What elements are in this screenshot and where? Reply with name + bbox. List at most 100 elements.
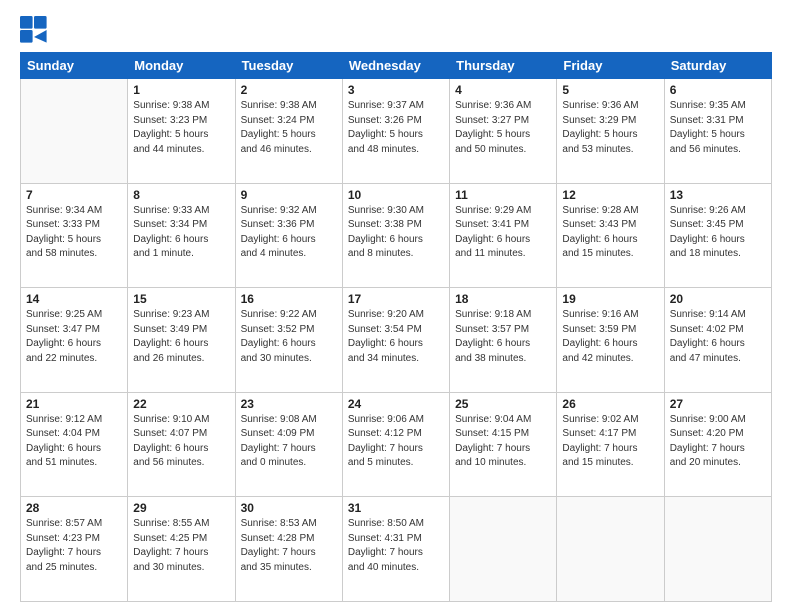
weekday-header-saturday: Saturday bbox=[664, 53, 771, 79]
day-number: 10 bbox=[348, 188, 444, 202]
calendar-cell: 17 Sunrise: 9:20 AM Sunset: 3:54 PM Dayli… bbox=[342, 288, 449, 393]
calendar-cell: 31 Sunrise: 8:50 AM Sunset: 4:31 PM Dayli… bbox=[342, 497, 449, 602]
day-number: 16 bbox=[241, 292, 337, 306]
day-info: Sunrise: 9:35 AM Sunset: 3:31 PM Dayligh… bbox=[670, 99, 766, 157]
day-number: 4 bbox=[455, 83, 551, 97]
calendar-cell bbox=[21, 79, 128, 184]
day-number: 8 bbox=[133, 188, 229, 202]
day-number: 5 bbox=[562, 83, 658, 97]
calendar-cell: 15 Sunrise: 9:23 AM Sunset: 3:49 PM Dayli… bbox=[128, 288, 235, 393]
calendar-cell: 4 Sunrise: 9:36 AM Sunset: 3:27 PM Daylig… bbox=[450, 79, 557, 184]
calendar-cell: 25 Sunrise: 9:04 AM Sunset: 4:15 PM Dayli… bbox=[450, 392, 557, 497]
day-info: Sunrise: 9:10 AM Sunset: 4:07 PM Dayligh… bbox=[133, 413, 229, 471]
calendar-cell: 11Sunrise: 9:29 AM Sunset: 3:41 PM Dayli… bbox=[450, 183, 557, 288]
day-number: 9 bbox=[241, 188, 337, 202]
calendar-cell: 16 Sunrise: 9:22 AM Sunset: 3:52 PM Dayli… bbox=[235, 288, 342, 393]
week-row-3: 21 Sunrise: 9:12 AM Sunset: 4:04 PM Dayli… bbox=[21, 392, 772, 497]
day-info: Sunrise: 9:36 AM Sunset: 3:27 PM Dayligh… bbox=[455, 99, 551, 157]
weekday-header-wednesday: Wednesday bbox=[342, 53, 449, 79]
page: SundayMondayTuesdayWednesdayThursdayFrid… bbox=[0, 0, 792, 612]
day-info: Sunrise: 9:06 AM Sunset: 4:12 PM Dayligh… bbox=[348, 413, 444, 471]
day-number: 7 bbox=[26, 188, 122, 202]
day-number: 18 bbox=[455, 292, 551, 306]
day-number: 24 bbox=[348, 397, 444, 411]
week-row-1: 7 Sunrise: 9:34 AM Sunset: 3:33 PM Daylig… bbox=[21, 183, 772, 288]
calendar-cell: 6 Sunrise: 9:35 AM Sunset: 3:31 PM Daylig… bbox=[664, 79, 771, 184]
day-info: Sunrise: 9:16 AM Sunset: 3:59 PM Dayligh… bbox=[562, 308, 658, 366]
calendar-cell: 1 Sunrise: 9:38 AM Sunset: 3:23 PM Daylig… bbox=[128, 79, 235, 184]
calendar-cell: 23Sunrise: 9:08 AM Sunset: 4:09 PM Dayli… bbox=[235, 392, 342, 497]
day-info: Sunrise: 9:26 AM Sunset: 3:45 PM Dayligh… bbox=[670, 204, 766, 262]
day-info: Sunrise: 9:30 AM Sunset: 3:38 PM Dayligh… bbox=[348, 204, 444, 262]
day-info: Sunrise: 9:20 AM Sunset: 3:54 PM Dayligh… bbox=[348, 308, 444, 366]
calendar-cell: 8 Sunrise: 9:33 AM Sunset: 3:34 PM Daylig… bbox=[128, 183, 235, 288]
day-info: Sunrise: 9:38 AM Sunset: 3:24 PM Dayligh… bbox=[241, 99, 337, 157]
calendar-cell: 29Sunrise: 8:55 AM Sunset: 4:25 PM Dayli… bbox=[128, 497, 235, 602]
day-number: 17 bbox=[348, 292, 444, 306]
day-number: 12 bbox=[562, 188, 658, 202]
calendar-cell: 13 Sunrise: 9:26 AM Sunset: 3:45 PM Dayli… bbox=[664, 183, 771, 288]
day-info: Sunrise: 9:22 AM Sunset: 3:52 PM Dayligh… bbox=[241, 308, 337, 366]
weekday-header-sunday: Sunday bbox=[21, 53, 128, 79]
day-info: Sunrise: 9:34 AM Sunset: 3:33 PM Dayligh… bbox=[26, 204, 122, 262]
day-number: 1 bbox=[133, 83, 229, 97]
day-info: Sunrise: 8:55 AM Sunset: 4:25 PM Dayligh… bbox=[133, 517, 229, 575]
weekday-header-thursday: Thursday bbox=[450, 53, 557, 79]
day-number: 11 bbox=[455, 188, 551, 202]
calendar-cell: 27Sunrise: 9:00 AM Sunset: 4:20 PM Dayli… bbox=[664, 392, 771, 497]
day-info: Sunrise: 9:33 AM Sunset: 3:34 PM Dayligh… bbox=[133, 204, 229, 262]
day-number: 30 bbox=[241, 501, 337, 515]
calendar-cell bbox=[664, 497, 771, 602]
general-blue-icon bbox=[20, 16, 48, 44]
day-info: Sunrise: 9:02 AM Sunset: 4:17 PM Dayligh… bbox=[562, 413, 658, 471]
day-number: 19 bbox=[562, 292, 658, 306]
day-number: 6 bbox=[670, 83, 766, 97]
day-number: 14 bbox=[26, 292, 122, 306]
week-row-0: 1 Sunrise: 9:38 AM Sunset: 3:23 PM Daylig… bbox=[21, 79, 772, 184]
calendar-cell: 9 Sunrise: 9:32 AM Sunset: 3:36 PM Daylig… bbox=[235, 183, 342, 288]
day-info: Sunrise: 9:25 AM Sunset: 3:47 PM Dayligh… bbox=[26, 308, 122, 366]
calendar-cell: 20 Sunrise: 9:14 AM Sunset: 4:02 PM Dayli… bbox=[664, 288, 771, 393]
calendar-cell: 10 Sunrise: 9:30 AM Sunset: 3:38 PM Dayli… bbox=[342, 183, 449, 288]
day-number: 20 bbox=[670, 292, 766, 306]
day-info: Sunrise: 9:37 AM Sunset: 3:26 PM Dayligh… bbox=[348, 99, 444, 157]
day-number: 22 bbox=[133, 397, 229, 411]
day-info: Sunrise: 9:23 AM Sunset: 3:49 PM Dayligh… bbox=[133, 308, 229, 366]
day-number: 26 bbox=[562, 397, 658, 411]
weekday-header-tuesday: Tuesday bbox=[235, 53, 342, 79]
calendar-cell: 30Sunrise: 8:53 AM Sunset: 4:28 PM Dayli… bbox=[235, 497, 342, 602]
weekday-header-row: SundayMondayTuesdayWednesdayThursdayFrid… bbox=[21, 53, 772, 79]
day-info: Sunrise: 9:18 AM Sunset: 3:57 PM Dayligh… bbox=[455, 308, 551, 366]
day-number: 13 bbox=[670, 188, 766, 202]
day-number: 31 bbox=[348, 501, 444, 515]
calendar-table: SundayMondayTuesdayWednesdayThursdayFrid… bbox=[20, 52, 772, 602]
day-info: Sunrise: 8:50 AM Sunset: 4:31 PM Dayligh… bbox=[348, 517, 444, 575]
calendar-cell: 14 Sunrise: 9:25 AM Sunset: 3:47 PM Dayli… bbox=[21, 288, 128, 393]
day-info: Sunrise: 9:36 AM Sunset: 3:29 PM Dayligh… bbox=[562, 99, 658, 157]
day-number: 25 bbox=[455, 397, 551, 411]
day-number: 3 bbox=[348, 83, 444, 97]
calendar-cell: 2 Sunrise: 9:38 AM Sunset: 3:24 PM Daylig… bbox=[235, 79, 342, 184]
day-number: 21 bbox=[26, 397, 122, 411]
logo bbox=[20, 16, 52, 44]
day-number: 2 bbox=[241, 83, 337, 97]
day-info: Sunrise: 9:38 AM Sunset: 3:23 PM Dayligh… bbox=[133, 99, 229, 157]
week-row-4: 28Sunrise: 8:57 AM Sunset: 4:23 PM Dayli… bbox=[21, 497, 772, 602]
day-info: Sunrise: 8:57 AM Sunset: 4:23 PM Dayligh… bbox=[26, 517, 122, 575]
calendar-cell bbox=[557, 497, 664, 602]
day-info: Sunrise: 9:14 AM Sunset: 4:02 PM Dayligh… bbox=[670, 308, 766, 366]
weekday-header-friday: Friday bbox=[557, 53, 664, 79]
day-info: Sunrise: 9:32 AM Sunset: 3:36 PM Dayligh… bbox=[241, 204, 337, 262]
calendar-cell: 21 Sunrise: 9:12 AM Sunset: 4:04 PM Dayli… bbox=[21, 392, 128, 497]
day-info: Sunrise: 9:12 AM Sunset: 4:04 PM Dayligh… bbox=[26, 413, 122, 471]
calendar-cell: 22 Sunrise: 9:10 AM Sunset: 4:07 PM Dayli… bbox=[128, 392, 235, 497]
day-number: 15 bbox=[133, 292, 229, 306]
day-number: 23 bbox=[241, 397, 337, 411]
day-info: Sunrise: 9:00 AM Sunset: 4:20 PM Dayligh… bbox=[670, 413, 766, 471]
calendar-cell: 18 Sunrise: 9:18 AM Sunset: 3:57 PM Dayli… bbox=[450, 288, 557, 393]
calendar-cell: 7 Sunrise: 9:34 AM Sunset: 3:33 PM Daylig… bbox=[21, 183, 128, 288]
week-row-2: 14 Sunrise: 9:25 AM Sunset: 3:47 PM Dayli… bbox=[21, 288, 772, 393]
calendar-cell: 28Sunrise: 8:57 AM Sunset: 4:23 PM Dayli… bbox=[21, 497, 128, 602]
day-info: Sunrise: 9:04 AM Sunset: 4:15 PM Dayligh… bbox=[455, 413, 551, 471]
calendar-cell: 12Sunrise: 9:28 AM Sunset: 3:43 PM Dayli… bbox=[557, 183, 664, 288]
